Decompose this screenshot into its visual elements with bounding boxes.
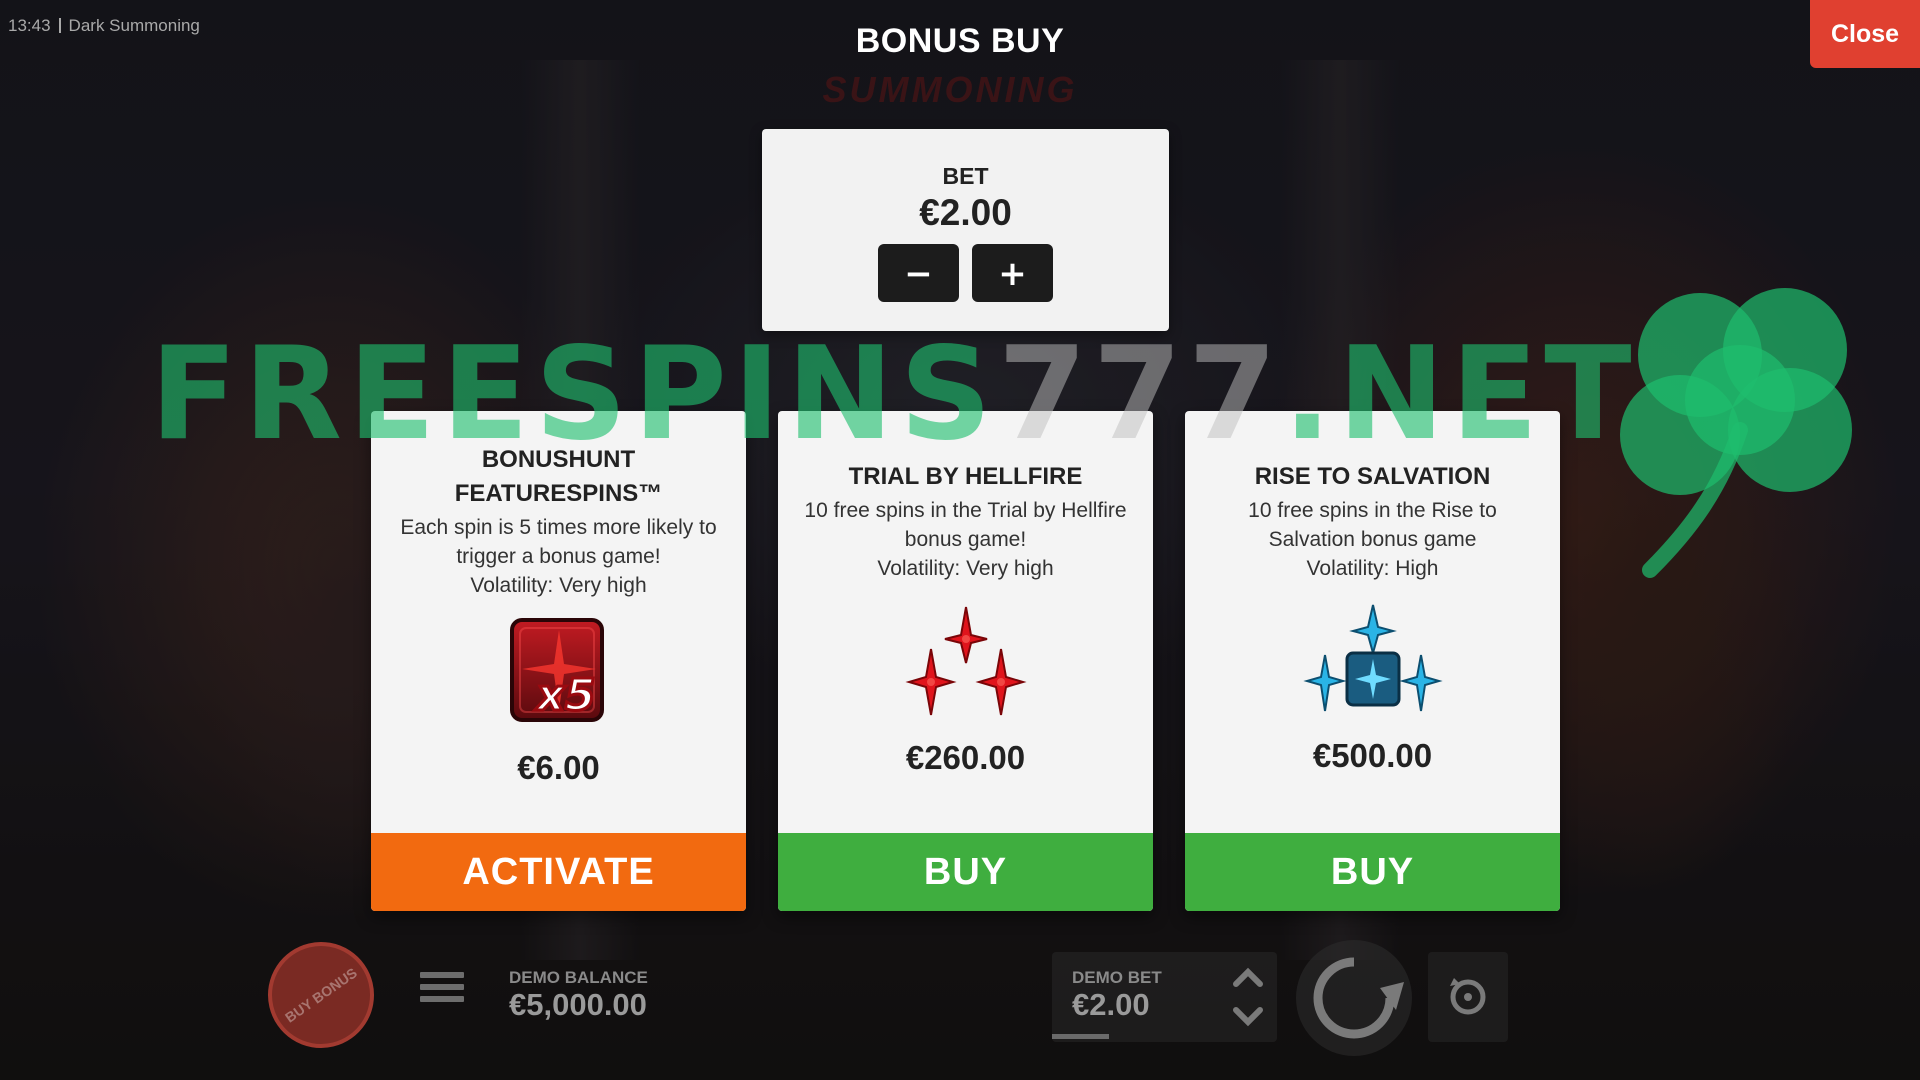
blue-crosses-icon	[1302, 604, 1443, 712]
buy-salvation-button[interactable]: BUY	[1185, 833, 1560, 911]
decrease-bet-button[interactable]: −	[878, 244, 959, 302]
autoplay-button[interactable]	[1428, 952, 1508, 1042]
card-title: RISE TO SALVATION	[1254, 463, 1491, 490]
demo-balance-label: DEMO BALANCE	[509, 968, 648, 987]
demo-bet-label: DEMO BET	[1072, 968, 1162, 987]
card-volatility: Volatility: Very high	[877, 557, 1054, 580]
card-desc-line2: Salvation bonus game	[1268, 528, 1477, 551]
close-button[interactable]: Close	[1810, 0, 1920, 68]
x5-label: x5	[534, 670, 595, 721]
card-desc-line1: Each spin is 5 times more likely to	[400, 516, 717, 539]
bet-label: BET	[942, 163, 989, 189]
card-desc-line2: trigger a bonus game!	[456, 545, 661, 568]
buy-bonus-button[interactable]: BUY BONUS	[247, 921, 395, 1069]
bet-panel: BET €2.00 − +	[762, 129, 1169, 331]
card-desc-line2: bonus game!	[904, 528, 1027, 551]
card-volatility: Volatility: High	[1306, 557, 1439, 580]
card-desc-line1: 10 free spins in the Rise to	[1248, 499, 1497, 522]
card-title-line1: BONUSHUNT	[481, 446, 636, 473]
demo-bet-value: €2.00	[1072, 987, 1150, 1022]
activate-button[interactable]: ACTIVATE	[371, 833, 746, 911]
buy-hellfire-button[interactable]: BUY	[778, 833, 1153, 911]
card-title: TRIAL BY HELLFIRE	[848, 463, 1083, 490]
bonus-card-rise-to-salvation: RISE TO SALVATION 10 free spins in the R…	[1185, 411, 1560, 911]
demo-bet-underline	[1052, 1034, 1109, 1039]
bonushunt-x5-icon: x5	[509, 618, 604, 723]
page-title: BONUS BUY	[855, 22, 1065, 60]
card-price: €6.00	[517, 749, 600, 786]
increase-bet-button[interactable]: +	[972, 244, 1053, 302]
card-description: 10 free spins in the Trial by Hellfire b…	[778, 496, 1153, 583]
spin-button[interactable]	[1296, 940, 1412, 1056]
bet-value: €2.00	[919, 192, 1012, 233]
spin-arrow-icon	[1313, 957, 1404, 1039]
menu-icon[interactable]	[420, 972, 464, 1010]
bonus-card-bonushunt: BONUSHUNT FEATURESPINS™ Each spin is 5 t…	[371, 411, 746, 911]
bet-up-down-arrows-icon[interactable]	[1228, 962, 1268, 1032]
card-description: Each spin is 5 times more likely to trig…	[371, 513, 746, 600]
card-description: 10 free spins in the Rise to Salvation b…	[1185, 496, 1560, 583]
card-title: BONUSHUNT FEATURESPINS™	[371, 443, 746, 511]
bottom-control-bar: BUY BONUS DEMO BALANCE €5,000.00 DEMO BE…	[0, 921, 1920, 1080]
card-price: €500.00	[1312, 737, 1433, 774]
card-price: €260.00	[905, 739, 1026, 776]
card-title-line2: FEATURESPINS™	[454, 480, 663, 507]
red-crosses-icon	[904, 606, 1027, 716]
card-volatility: Volatility: Very high	[470, 574, 647, 597]
card-desc-line1: 10 free spins in the Trial by Hellfire	[804, 499, 1127, 522]
bet-stepper: − +	[762, 244, 1169, 302]
bonus-card-trial-by-hellfire: TRIAL BY HELLFIRE 10 free spins in the T…	[778, 411, 1153, 911]
demo-balance-value: €5,000.00	[509, 987, 647, 1022]
autoplay-icon	[1450, 978, 1486, 1015]
